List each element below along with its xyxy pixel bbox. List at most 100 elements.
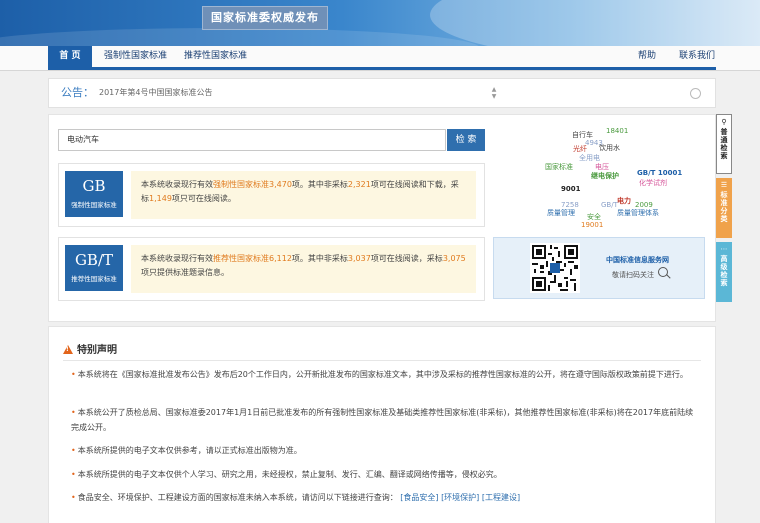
gb-name: 强制性国家标准 bbox=[71, 201, 117, 209]
gb-total-count: 3,470 bbox=[269, 180, 292, 189]
statement-item: • 本系统将在《国家标准批准发布公告》发布后20个工作日内，公开新批准发布的国家标… bbox=[71, 367, 701, 382]
clock-icon bbox=[690, 88, 701, 99]
nav-mandatory-standards[interactable]: 强制性国家标准 bbox=[104, 46, 167, 67]
cloud-keyword[interactable]: 质量管理 bbox=[547, 209, 575, 217]
statement-item: • 本系统所提供的电子文本仅供参考，请以正式标准出版物为准。 bbox=[71, 443, 701, 458]
cloud-keyword[interactable]: GB/T 10001 bbox=[637, 169, 682, 177]
side-tab-label: 标准分类 bbox=[720, 191, 728, 223]
cloud-keyword[interactable]: 自行车 bbox=[572, 131, 593, 139]
side-tab-label: 高级检索 bbox=[720, 255, 728, 287]
gbt-standard-panel: GB/T 推荐性国家标准 本系统收录现行有效推荐性国家标准6,112项。其中非采… bbox=[58, 237, 485, 301]
gbt-non-adopted-count: 3,037 bbox=[347, 254, 371, 263]
statement-heading: 特别声明 bbox=[63, 341, 117, 356]
gbt-logo-button[interactable]: GB/T 推荐性国家标准 bbox=[65, 245, 123, 291]
list-icon: ☰ bbox=[720, 181, 728, 189]
cloud-keyword[interactable]: 继电保护 bbox=[591, 172, 619, 180]
link-engineering-construction[interactable]: [工程建设] bbox=[482, 493, 520, 502]
magnifier-icon bbox=[658, 267, 668, 277]
side-tab-advanced-search[interactable]: ⋯ 高级检索 bbox=[716, 242, 732, 302]
cloud-keyword[interactable]: 9001 bbox=[561, 185, 580, 193]
banner-title: 国家标准委权威发布 bbox=[211, 11, 319, 24]
warning-icon bbox=[63, 345, 73, 354]
nav-help[interactable]: 帮助 bbox=[638, 46, 656, 67]
nav-underline bbox=[48, 67, 716, 70]
gb-non-adopted-count: 2,321 bbox=[347, 180, 371, 189]
cloud-keyword[interactable]: 电压 bbox=[595, 163, 609, 171]
notice-label: 公告： bbox=[61, 86, 94, 99]
gbt-desc-link[interactable]: 推荐性国家标准 bbox=[213, 254, 269, 263]
bullet-icon: • bbox=[71, 493, 76, 502]
cloud-keyword[interactable]: 国家标准 bbox=[545, 163, 573, 171]
gbt-desc-text: 项。其中非采标 bbox=[291, 254, 348, 263]
side-tab-label: 普通检索 bbox=[720, 128, 728, 160]
gb-desc-text: 本系统收录现行有效 bbox=[141, 180, 213, 189]
gbt-adopted-count: 3,075 bbox=[442, 254, 466, 263]
statement-text: 本系统所提供的电子文本仅供参考，请以正式标准出版物为准。 bbox=[77, 446, 302, 455]
notice-bar: 公告： 2017年第4号中国国家标准公告 ▲ ▼ bbox=[48, 78, 716, 108]
search-button[interactable]: 检 索 bbox=[447, 129, 485, 151]
qr-code-icon bbox=[530, 243, 580, 293]
banner-decoration bbox=[0, 28, 480, 46]
statement-item: • 食品安全、环境保护、工程建设方面的国家标准未纳入本系统，请访问以下链接进行查询… bbox=[71, 490, 701, 505]
statement-item: • 本系统公开了质检总局、国家标准委2017年1月1日前已批准发布的所有强制性国家… bbox=[71, 405, 701, 435]
side-tab-basic-search[interactable]: ⚲ 普通检索 bbox=[716, 114, 732, 174]
gbt-name: 推荐性国家标准 bbox=[71, 275, 117, 283]
gbt-total-count: 6,112 bbox=[269, 254, 292, 263]
gb-desc-text: 项只可在线阅读。 bbox=[171, 194, 236, 203]
gb-desc-text: 项。其中非采标 bbox=[291, 180, 348, 189]
gb-standard-panel: GB 强制性国家标准 本系统收录现行有效强制性国家标准3,470项。其中非采标2… bbox=[58, 163, 485, 227]
dots-icon: ⋯ bbox=[720, 245, 728, 253]
cloud-keyword[interactable]: 19001 bbox=[581, 221, 603, 229]
gb-logo-button[interactable]: GB 强制性国家标准 bbox=[65, 171, 123, 217]
cloud-keyword[interactable]: 化学试剂 bbox=[639, 179, 667, 187]
statement-text: 食品安全、环境保护、工程建设方面的国家标准未纳入本系统，请访问以下链接进行查询： bbox=[77, 493, 398, 502]
nav-home[interactable]: 首 页 bbox=[48, 46, 92, 67]
link-food-safety[interactable]: [食品安全] bbox=[400, 493, 438, 502]
qr-subtitle: 敬请扫码关注 bbox=[612, 271, 654, 279]
banner-decoration bbox=[430, 0, 760, 46]
statement-text: 本系统公开了质检总局、国家标准委2017年1月1日前已批准发布的所有强制性国家标… bbox=[71, 408, 694, 432]
link-environment-protection[interactable]: [环境保护] bbox=[441, 493, 479, 502]
gbt-desc-text: 项可在线阅读，采标 bbox=[370, 254, 443, 263]
gb-code: GB bbox=[82, 177, 106, 195]
bullet-icon: • bbox=[71, 446, 76, 455]
search-input[interactable]: 电动汽车 bbox=[58, 129, 446, 151]
cloud-keyword[interactable]: 光纤 bbox=[573, 145, 587, 153]
statement-title: 特别声明 bbox=[77, 345, 117, 356]
cloud-keyword[interactable]: 18401 bbox=[606, 127, 628, 135]
cloud-keyword[interactable]: 2009 bbox=[635, 201, 653, 209]
cloud-keyword[interactable]: 7258 bbox=[561, 201, 579, 209]
keyword-cloud: 18401 自行车 4943 光纤 饮用水 全用电 国家标准 电压 继电保护 G… bbox=[493, 123, 709, 229]
nav-contact-us[interactable]: 联系我们 bbox=[679, 46, 715, 67]
gbt-description: 本系统收录现行有效推荐性国家标准6,112项。其中非采标3,037项可在线阅读，… bbox=[131, 245, 476, 293]
cloud-keyword[interactable]: 全用电 bbox=[579, 154, 600, 162]
cloud-keyword[interactable]: 安全 bbox=[587, 213, 601, 221]
side-tab-standard-category[interactable]: ☰ 标准分类 bbox=[716, 178, 732, 238]
search-icon: ⚲ bbox=[721, 118, 727, 126]
special-statement: 特别声明 •本系统将在《国家标准批准发布公告》发布后20个工作日内，公开新批准发… bbox=[48, 326, 716, 523]
statement-text: 本系统所提供的电子文本仅供个人学习、研究之用，未经授权，禁止复制、发行、汇编、翻… bbox=[77, 470, 502, 479]
divider bbox=[63, 360, 701, 361]
gb-desc-link[interactable]: 强制性国家标准 bbox=[213, 180, 269, 189]
bullet-icon: • bbox=[71, 470, 76, 479]
notice-link[interactable]: 2017年第4号中国国家标准公告 bbox=[99, 79, 212, 107]
gb-adopted-count: 1,149 bbox=[149, 194, 172, 203]
cloud-keyword[interactable]: 电力 bbox=[617, 197, 631, 205]
gbt-desc-text: 项只提供标准题录信息。 bbox=[141, 268, 229, 277]
notice-scroll-arrows-icon[interactable]: ▲ ▼ bbox=[490, 86, 498, 100]
bullet-icon: • bbox=[71, 370, 76, 379]
cloud-keyword[interactable]: 饮用水 bbox=[599, 144, 620, 152]
qr-title: 中国标准信息服务网 bbox=[606, 256, 669, 264]
gb-description: 本系统收录现行有效强制性国家标准3,470项。其中非采标2,321项可在线阅读和… bbox=[131, 171, 476, 219]
gbt-desc-text: 本系统收录现行有效 bbox=[141, 254, 213, 263]
cloud-keyword[interactable]: GB/T bbox=[601, 201, 618, 209]
header-banner: 国家标准委权威发布 bbox=[0, 0, 760, 46]
main-nav: 首 页 强制性国家标准 推荐性国家标准 帮助 联系我们 bbox=[0, 46, 760, 71]
nav-recommended-standards[interactable]: 推荐性国家标准 bbox=[184, 46, 247, 67]
gbt-code: GB/T bbox=[74, 251, 114, 269]
cloud-keyword[interactable]: 质量管理体系 bbox=[617, 209, 659, 217]
statement-item: • 本系统所提供的电子文本仅供个人学习、研究之用，未经授权，禁止复制、发行、汇编、… bbox=[71, 467, 701, 482]
banner-title-plate: 国家标准委权威发布 bbox=[202, 6, 328, 30]
bullet-icon: • bbox=[71, 408, 76, 417]
search-section: 电动汽车 检 索 GB 强制性国家标准 本系统收录现行有效强制性国家标准3,47… bbox=[48, 114, 716, 322]
